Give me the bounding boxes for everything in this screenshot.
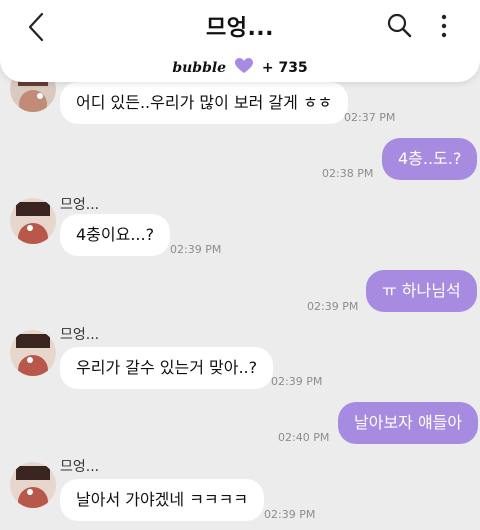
- message-time: 02:39 PM: [170, 243, 222, 256]
- message-time: 02:39 PM: [271, 375, 323, 388]
- message-bubble[interactable]: 어디 있든..우리가 많이 보러 갈게 ㅎㅎ: [60, 82, 349, 124]
- message-time: 02:39 PM: [264, 508, 316, 521]
- bubble-brand: bubble: [172, 60, 227, 76]
- avatar[interactable]: [10, 198, 56, 244]
- message-bubble[interactable]: 4층..도.?: [382, 138, 478, 180]
- message-bubble[interactable]: ㅠ 하나님석: [366, 270, 477, 312]
- message-bubble[interactable]: 4충이요...?: [60, 214, 171, 256]
- more-options-button[interactable]: [434, 12, 454, 40]
- search-icon: [387, 13, 412, 38]
- message-bubble[interactable]: 날아보자 얘들아: [338, 402, 479, 444]
- avatar[interactable]: [10, 330, 56, 376]
- search-button[interactable]: [386, 12, 414, 40]
- chat-header: 므엉... bubble + 735: [0, 0, 480, 82]
- bubble-count: + 735: [261, 60, 308, 76]
- avatar[interactable]: [10, 462, 56, 508]
- message-time: 02:37 PM: [344, 111, 396, 124]
- message-bubble[interactable]: 우리가 갈수 있는거 맞아..?: [60, 347, 274, 389]
- more-vertical-icon: [441, 14, 447, 38]
- message-time: 02:39 PM: [307, 300, 359, 313]
- sender-name: 므엉...: [60, 197, 100, 213]
- message-time: 02:38 PM: [322, 167, 374, 180]
- sender-name: 므엉...: [60, 327, 100, 343]
- bubble-status[interactable]: bubble + 735: [0, 58, 480, 78]
- message-bubble[interactable]: 날아서 가야겠네 ㅋㅋㅋㅋ: [60, 479, 265, 521]
- message-time: 02:40 PM: [278, 431, 330, 444]
- heart-icon: [234, 58, 253, 78]
- sender-name: 므엉...: [60, 459, 100, 475]
